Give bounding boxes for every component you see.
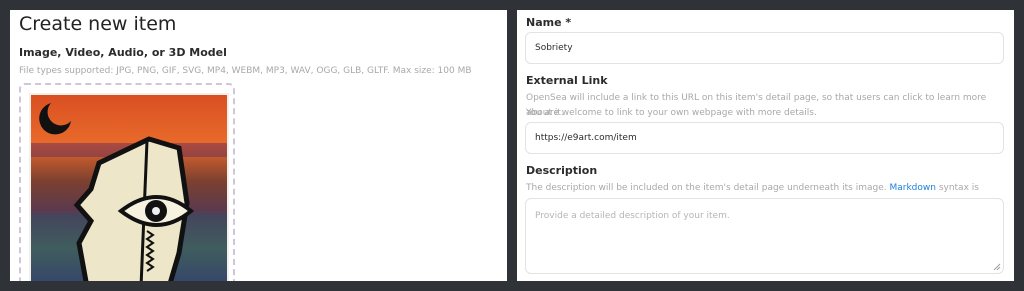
description-placeholder: Provide a detailed description of your i…	[535, 211, 730, 221]
media-label: Image, Video, Audio, or 3D Model	[19, 46, 227, 59]
external-link-help-line2: You are welcome to link to your own webp…	[526, 108, 817, 118]
name-input[interactable]: Sobriety	[525, 32, 1004, 64]
description-textarea[interactable]: Provide a detailed description of your i…	[525, 198, 1004, 274]
media-upload-dropzone[interactable]	[19, 83, 235, 281]
item-details-panel: Name * Sobriety External Link OpenSea wi…	[517, 10, 1014, 281]
external-link-input[interactable]: https://e9art.com/item	[525, 122, 1004, 154]
create-item-panel: Create new item Image, Video, Audio, or …	[10, 10, 507, 281]
media-help-text: File types supported: JPG, PNG, GIF, SVG…	[19, 66, 472, 76]
description-help-before: The description will be included on the …	[526, 183, 890, 193]
artwork-preview-image	[29, 93, 229, 281]
name-label: Name *	[526, 16, 572, 29]
resize-handle-icon[interactable]	[993, 263, 1001, 271]
markdown-link[interactable]: Markdown	[889, 183, 935, 193]
external-link-label: External Link	[526, 74, 608, 87]
description-label: Description	[526, 164, 598, 177]
page-title: Create new item	[19, 13, 177, 35]
